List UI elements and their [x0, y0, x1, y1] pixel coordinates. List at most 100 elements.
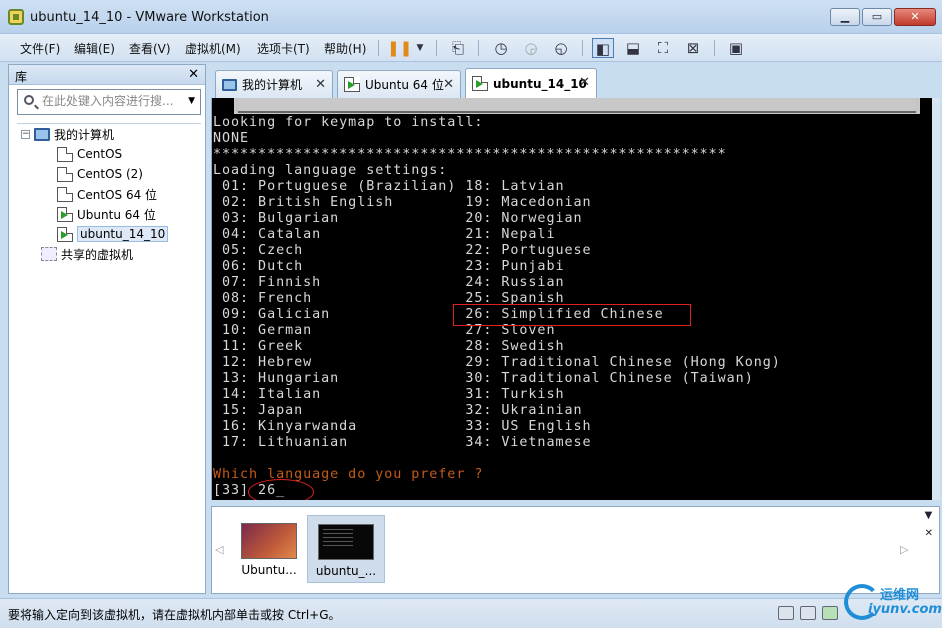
tab-my-computer[interactable]: 我的计算机 ✕ [215, 70, 333, 98]
tree-item-vm-selected[interactable]: ubuntu_14_10 [57, 224, 169, 244]
console-line: NONE [213, 131, 250, 146]
tree-item-label: ubuntu_14_10 [77, 226, 169, 242]
network-adapter-icon[interactable] [822, 606, 838, 620]
menu-file[interactable]: 文件(F) [20, 40, 60, 57]
status-message: 要将输入定向到该虚拟机，请在虚拟机内部单击或按 Ctrl+G。 [8, 608, 341, 622]
vm-screen-preview [241, 523, 297, 559]
scroll-left-icon[interactable]: ◁ [215, 543, 223, 556]
scroll-right-icon[interactable]: ▷ [900, 543, 908, 556]
snapshot-manager-icon[interactable]: ◵ [550, 38, 572, 58]
console-prompt: Which language do you prefer ? [213, 467, 484, 482]
console-line: Loading language settings: [213, 163, 448, 178]
send-ctrl-alt-del-icon[interactable]: ⎗ [447, 38, 469, 58]
minimize-button[interactable]: ▁ [830, 8, 860, 26]
chevron-down-icon[interactable]: ▼ [188, 96, 195, 106]
full-screen-icon[interactable]: ⛶ [652, 38, 674, 58]
title-bar: ubuntu_14_10 - VMware Workstation ▁ ▭ ✕ [0, 0, 942, 34]
menu-help[interactable]: 帮助(H) [324, 40, 366, 57]
snapshot-icon[interactable]: ◷ [490, 38, 512, 58]
menu-vm[interactable]: 虚拟机(M) [185, 40, 241, 57]
console-line: 17: Lithuanian 34: Vietnamese [213, 435, 592, 450]
tree-item-label: 共享的虚拟机 [61, 247, 134, 262]
close-window-button[interactable]: ✕ [894, 8, 936, 26]
show-library-icon[interactable]: ◧ [592, 38, 614, 58]
library-search[interactable]: ▼ [17, 89, 201, 115]
tree-item-label: 我的计算机 [54, 127, 115, 142]
window-controls: ▁ ▭ ✕ [830, 8, 936, 26]
tab-close-icon[interactable]: ✕ [579, 75, 590, 90]
pause-icon[interactable]: ❚❚ [387, 38, 412, 58]
tab-ubuntu-14-10[interactable]: ubuntu_14_10 ✕ [465, 68, 597, 98]
console-scrollbar[interactable] [932, 98, 940, 500]
toolbar-separator [478, 40, 479, 56]
console-line: 05: Czech 22: Portuguese [213, 243, 592, 258]
power-dropdown-icon[interactable]: ▼ [409, 38, 431, 58]
console-line: 13: Hungarian 30: Traditional Chinese (T… [213, 371, 754, 386]
revert-snapshot-icon[interactable]: ◶ [520, 38, 542, 58]
tree-item-my-computer[interactable]: − 我的计算机 [21, 124, 114, 144]
menu-view[interactable]: 查看(V) [129, 40, 171, 57]
search-icon [24, 95, 34, 105]
show-thumbnail-bar-icon[interactable]: ⬓ [622, 38, 644, 58]
console-line: 15: Japan 32: Ukrainian [213, 403, 583, 418]
console-line: 03: Bulgarian 20: Norwegian [213, 211, 583, 226]
watermark-logo: 运维网 iyunv.com [842, 580, 942, 626]
console-line: 01: Portuguese (Brazilian) 18: Latvian [213, 179, 565, 194]
thumbnail-ubuntu[interactable]: Ubuntu... [230, 515, 308, 583]
toolbar-separator [436, 40, 437, 56]
highlight-box [453, 304, 691, 326]
tree-item-label: Ubuntu 64 位 [77, 207, 156, 222]
tree-item-label: CentOS 64 位 [77, 187, 158, 202]
console-line: 14: Italian 31: Turkish [213, 387, 565, 402]
thumbnail-ubuntu-14-10[interactable]: ubuntu_... [307, 515, 385, 583]
tab-label: 我的计算机 [242, 78, 303, 92]
running-vm-icon [472, 76, 488, 91]
tree-item-vm[interactable]: CentOS [57, 144, 122, 164]
computer-icon [34, 127, 50, 141]
console-view-icon[interactable]: ▣ [725, 38, 747, 58]
console-line: 07: Finnish 24: Russian [213, 275, 565, 290]
chevron-down-icon[interactable]: ▼ [925, 507, 933, 525]
library-header: 库 ✕ [9, 65, 205, 85]
highlight-oval [248, 479, 314, 500]
vm-icon [57, 186, 73, 202]
tab-close-icon[interactable]: ✕ [315, 77, 326, 92]
search-input[interactable] [42, 94, 182, 108]
unity-mode-icon[interactable]: ⊠ [682, 38, 704, 58]
vm-icon [57, 146, 73, 162]
running-vm-icon [344, 77, 360, 92]
close-thumbnail-bar-icon[interactable]: ✕ [925, 525, 933, 543]
shared-vm-icon [41, 247, 57, 261]
console-line: 16: Kinyarwanda 33: US English [213, 419, 592, 434]
tree-item-vm[interactable]: CentOS 64 位 [57, 184, 157, 204]
library-close-icon[interactable]: ✕ [188, 67, 199, 82]
collapse-icon[interactable]: − [21, 129, 30, 139]
watermark-text: 运维网 [880, 588, 920, 603]
maximize-button[interactable]: ▭ [862, 8, 892, 26]
console-line: 02: British English 19: Macedonian [213, 195, 592, 210]
tab-label: ubuntu_14_10 [493, 76, 587, 91]
tab-ubuntu-64[interactable]: Ubuntu 64 位 ✕ [337, 70, 461, 98]
toolbar-separator [378, 40, 379, 56]
library-panel: 库 ✕ ▼ − 我的计算机 CentOS CentOS (2) CentOS 6… [8, 64, 206, 594]
tree-item-label: CentOS [77, 147, 123, 161]
tab-close-icon[interactable]: ✕ [443, 77, 454, 92]
status-bar: 要将输入定向到该虚拟机，请在虚拟机内部单击或按 Ctrl+G。 [0, 598, 942, 628]
running-vm-icon [57, 206, 73, 222]
thumbnail-label: Ubuntu... [241, 563, 297, 577]
vm-tree: − 我的计算机 CentOS CentOS (2) CentOS 64 位 Ub… [17, 123, 201, 591]
tree-item-label: CentOS (2) [77, 167, 143, 181]
tree-item-shared-vms[interactable]: 共享的虚拟机 [41, 244, 133, 264]
tab-strip: 我的计算机 ✕ Ubuntu 64 位 ✕ ubuntu_14_10 ✕ [211, 64, 940, 98]
hard-disk-icon[interactable] [778, 606, 794, 620]
menu-tabs[interactable]: 选项卡(T) [257, 40, 310, 57]
tree-item-vm[interactable]: Ubuntu 64 位 [57, 204, 156, 224]
cdrom-icon[interactable] [800, 606, 816, 620]
menu-edit[interactable]: 编辑(E) [74, 40, 115, 57]
console-line: Looking for keymap to install: [213, 115, 484, 130]
tree-item-vm[interactable]: CentOS (2) [57, 164, 143, 184]
console-line: 06: Dutch 23: Punjabi [213, 259, 565, 274]
console-line: 04: Catalan 21: Nepali [213, 227, 556, 242]
vm-console[interactable]: Looking for keymap to install: NONE ****… [211, 98, 932, 500]
running-vm-icon [57, 226, 73, 242]
